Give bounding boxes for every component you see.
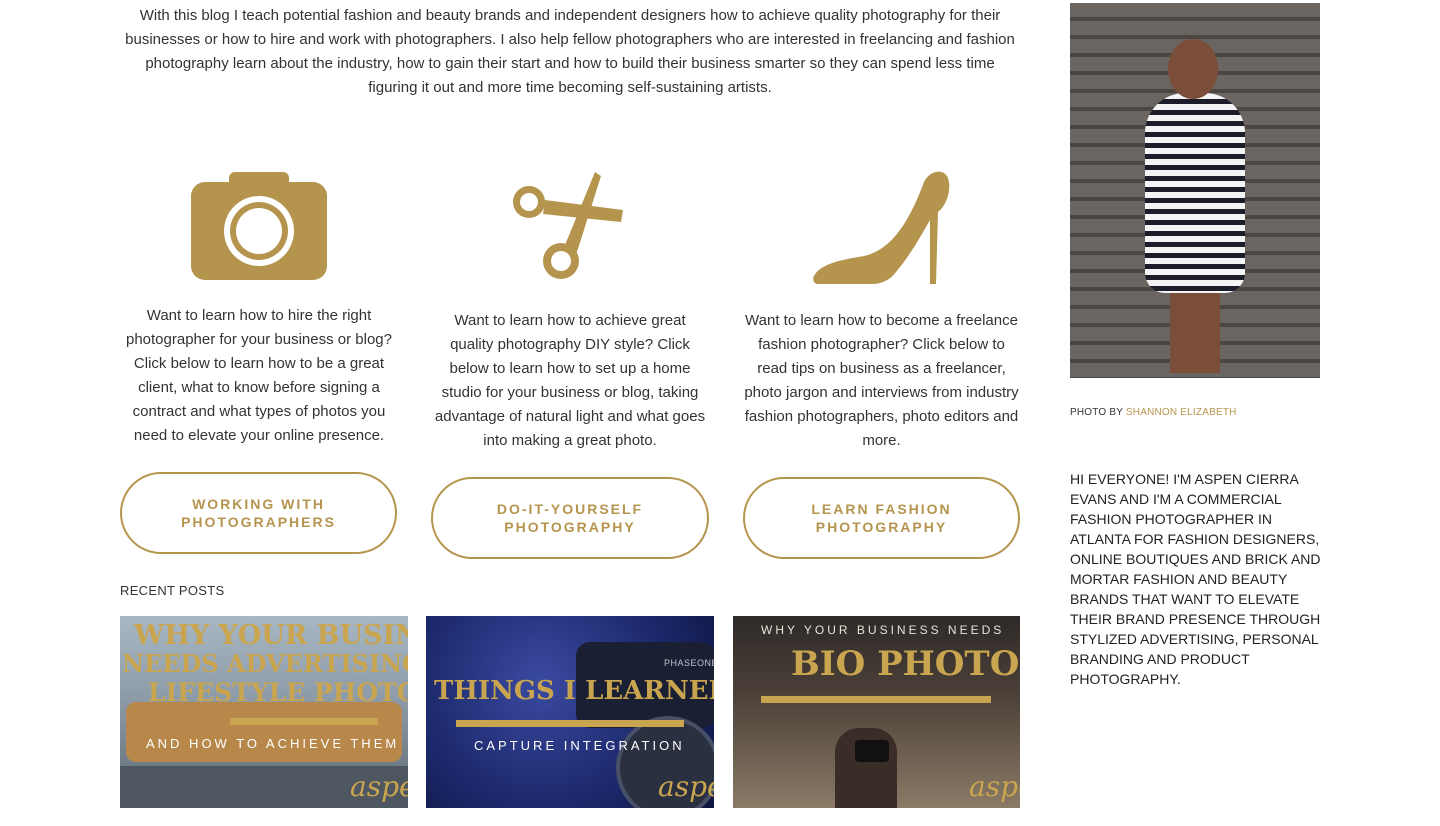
button-label-line1: WORKING WITH: [192, 496, 325, 512]
button-label-line1: LEARN FASHION: [811, 501, 952, 517]
diy-photography-text: Want to learn how to achieve great quali…: [434, 312, 706, 449]
button-label-line2: PHOTOGRAPHY: [815, 519, 948, 535]
post-subtitle: CAPTURE INTEGRATION: [474, 738, 685, 753]
post-kicker: WHY YOUR BUSINESS NEEDS: [761, 623, 1005, 637]
button-label-line2: PHOTOGRAPHY: [504, 519, 636, 535]
post-title-line1: THINGS I LEARNED FROM: [434, 676, 714, 706]
post-title-line3: LIFESTYLE PHOTOS: [148, 678, 408, 707]
working-with-photographers-button[interactable]: WORKING WITH PHOTOGRAPHERS: [120, 472, 397, 554]
intro-text: With this blog I teach potential fashion…: [125, 7, 1015, 96]
photo-credit: PHOTO BY SHANNON ELIZABETH: [1070, 407, 1237, 418]
recent-posts-heading: RECENT POSTS: [120, 583, 225, 598]
high-heel-icon: [813, 171, 950, 284]
photo-credit-prefix: PHOTO BY: [1070, 407, 1123, 418]
post-title-line1: WHY YOUR BUSINESS: [134, 620, 408, 651]
signature-logo: aspen: [969, 770, 1020, 803]
scissors-icon: [513, 172, 623, 279]
recent-post-advertising[interactable]: WHY YOUR BUSINESS NEEDS ADVERTISING AND …: [120, 616, 408, 808]
gold-divider: [230, 718, 378, 725]
button-label-line1: DO-IT-YOURSELF: [496, 501, 644, 517]
photographer-credit-link[interactable]: SHANNON ELIZABETH: [1126, 407, 1237, 418]
recent-post-bio-photos[interactable]: WHY YOUR BUSINESS NEEDS BIO PHOTOS aspen: [733, 616, 1020, 808]
button-label-line2: PHOTOGRAPHERS: [181, 514, 336, 530]
learn-fashion-text: Want to learn how to become a freelance …: [744, 312, 1019, 449]
profile-photo: [1070, 3, 1320, 378]
camera-brand-text: PHASEONE: [664, 658, 714, 668]
gold-divider: [761, 696, 991, 703]
camera-icon: [191, 172, 327, 280]
camera-image: [855, 740, 889, 762]
signature-logo: aspen: [350, 770, 408, 803]
about-text: HI EVERYONE! I'M ASPEN CIERRA EVANS AND …: [1070, 471, 1321, 687]
post-title-line2: NEEDS ADVERTISING AND: [122, 649, 408, 678]
signature-logo: aspen: [658, 770, 714, 803]
post-title-line1: BIO PHOTOS: [791, 644, 1020, 684]
hire-photographer-text: Want to learn how to hire the right phot…: [125, 307, 392, 444]
post-subtitle: AND HOW TO ACHIEVE THEM: [146, 736, 400, 751]
recent-post-capture-integration[interactable]: PHASEONE THINGS I LEARNED FROM CAPTURE I…: [426, 616, 714, 808]
gold-divider: [456, 720, 684, 727]
sofa-image: [126, 702, 402, 762]
learn-fashion-photography-button[interactable]: LEARN FASHION PHOTOGRAPHY: [743, 477, 1020, 559]
legs-figure: [1170, 293, 1220, 373]
head-figure: [1168, 39, 1218, 99]
diy-photography-button[interactable]: DO-IT-YOURSELF PHOTOGRAPHY: [431, 477, 709, 559]
dress-figure: [1145, 93, 1245, 293]
